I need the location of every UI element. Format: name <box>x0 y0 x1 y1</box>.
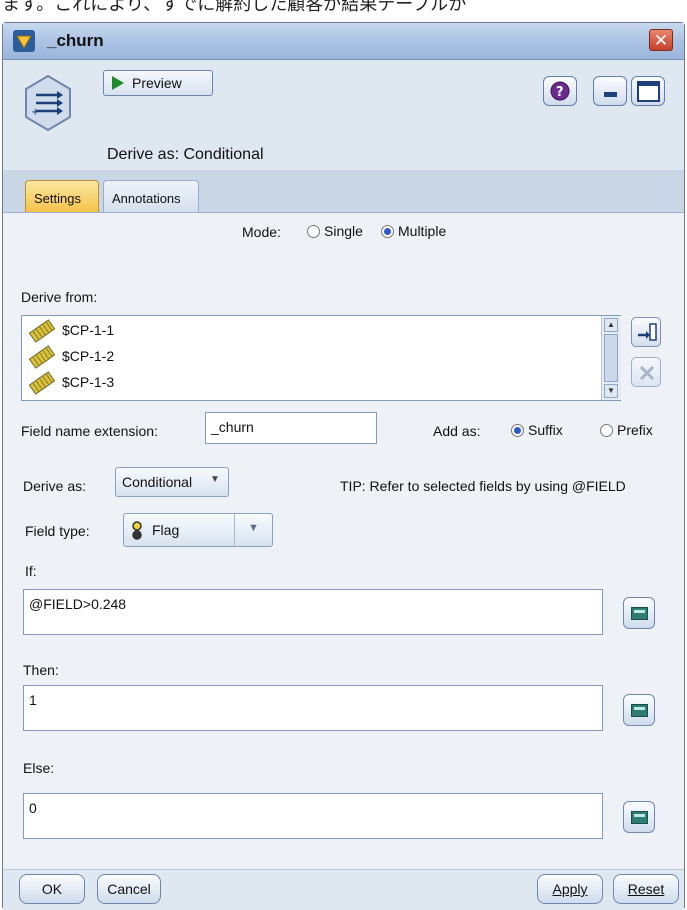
derive-as-value: Conditional <box>122 474 193 490</box>
header-panel: + Preview Derive as: Conditional ? <box>3 60 684 170</box>
field-type-label: Field type: <box>25 523 90 539</box>
then-label: Then: <box>23 662 59 678</box>
add-as-label: Add as: <box>433 423 481 439</box>
mode-multiple-option[interactable]: Multiple <box>381 223 446 239</box>
minimize-button[interactable] <box>593 76 627 106</box>
derive-as-heading: Derive as: Conditional <box>107 146 264 163</box>
minimize-icon <box>604 92 617 97</box>
help-button[interactable]: ? <box>543 76 577 106</box>
mode-single-label: Single <box>324 223 363 239</box>
tip-text: TIP: Refer to selected fields by using @… <box>340 478 626 494</box>
close-button[interactable]: ✕ <box>649 29 673 51</box>
background-document-text: ます。これにより、すでに解約した顧客が結果テーブルか <box>2 0 467 15</box>
derive-node-dialog: _churn ✕ + Preview Derive as: Conditiona… <box>2 22 685 910</box>
then-expression-input[interactable]: 1 <box>23 685 603 731</box>
flag-type-icon <box>132 521 142 540</box>
list-item-label: $CP-1-3 <box>62 374 115 390</box>
field-picker-icon <box>638 323 657 341</box>
derive-as-label: Derive as: <box>23 478 87 494</box>
field-picker-button[interactable] <box>631 317 661 347</box>
delete-x-icon <box>639 365 655 381</box>
if-label: If: <box>25 563 37 579</box>
maximize-button[interactable] <box>631 76 665 106</box>
list-item-label: $CP-1-1 <box>62 322 115 338</box>
tab-settings[interactable]: Settings <box>25 180 99 212</box>
tab-annotations[interactable]: Annotations <box>103 180 199 212</box>
ok-button[interactable]: OK <box>19 874 85 904</box>
title-bar[interactable]: _churn ✕ <box>3 23 684 60</box>
derive-from-list[interactable]: $CP-1-1 $CP-1-2 $CP-1-3 <box>21 315 621 401</box>
reset-button[interactable]: Reset <box>613 874 679 904</box>
play-icon <box>112 76 124 90</box>
svg-text:+: + <box>31 107 39 118</box>
apply-button[interactable]: Apply <box>537 874 603 904</box>
derive-as-select[interactable]: Conditional ▼ <box>115 467 229 497</box>
dialog-button-bar: OK Cancel Apply Reset <box>3 869 684 910</box>
field-type-dropdown-button[interactable]: ▼ <box>234 514 273 546</box>
maximize-icon <box>637 81 660 102</box>
continuous-field-icon <box>28 371 56 396</box>
mode-single-option[interactable]: Single <box>307 223 363 239</box>
then-expression-builder-button[interactable] <box>623 694 655 726</box>
chevron-down-icon: ▼ <box>248 522 259 534</box>
field-type-select[interactable]: Flag ▼ <box>123 513 273 547</box>
scroll-thumb[interactable] <box>604 334 618 382</box>
derive-node-app-icon <box>13 30 35 52</box>
chevron-down-icon: ▼ <box>210 474 220 485</box>
continuous-field-icon <box>28 319 56 344</box>
calculator-icon <box>631 607 648 620</box>
list-item-label: $CP-1-2 <box>62 348 115 364</box>
cancel-button[interactable]: Cancel <box>97 874 161 904</box>
mode-label: Mode: <box>242 224 281 240</box>
else-expression-input[interactable]: 0 <box>23 793 603 839</box>
window-title: _churn <box>47 31 104 50</box>
prefix-radio[interactable] <box>600 424 613 437</box>
mode-multiple-radio[interactable] <box>381 225 394 238</box>
if-expression-input[interactable]: @FIELD>0.248 <box>23 589 603 635</box>
calculator-icon <box>631 811 648 824</box>
preview-button[interactable]: Preview <box>103 70 213 96</box>
else-expression-builder-button[interactable] <box>623 801 655 833</box>
else-label: Else: <box>23 760 55 776</box>
list-item[interactable]: $CP-1-2 <box>28 345 115 370</box>
add-as-prefix-option[interactable]: Prefix <box>600 422 653 438</box>
list-item[interactable]: $CP-1-3 <box>28 371 115 396</box>
suffix-label: Suffix <box>528 422 563 438</box>
suffix-radio[interactable] <box>511 424 524 437</box>
add-as-suffix-option[interactable]: Suffix <box>511 422 563 438</box>
remove-field-button[interactable] <box>631 357 661 387</box>
preview-label: Preview <box>132 75 182 91</box>
calculator-icon <box>631 704 648 717</box>
if-expression-builder-button[interactable] <box>623 597 655 629</box>
help-icon: ? <box>550 81 570 101</box>
field-name-extension-label: Field name extension: <box>21 423 158 439</box>
mode-multiple-label: Multiple <box>398 223 447 239</box>
svg-text:?: ? <box>556 85 564 100</box>
field-name-extension-input[interactable]: _churn <box>205 412 377 444</box>
derive-node-icon: + <box>25 74 71 132</box>
tab-bar: Settings Annotations <box>3 170 684 213</box>
scroll-up-icon[interactable]: ▲ <box>604 318 618 332</box>
derive-from-scrollbar[interactable]: ▲ ▼ <box>601 316 621 400</box>
scroll-down-icon[interactable]: ▼ <box>604 384 618 398</box>
field-type-value: Flag <box>152 522 180 538</box>
mode-single-radio[interactable] <box>307 225 320 238</box>
prefix-label: Prefix <box>617 422 653 438</box>
list-item[interactable]: $CP-1-1 <box>28 319 115 344</box>
derive-from-label: Derive from: <box>21 289 98 305</box>
continuous-field-icon <box>28 345 56 370</box>
